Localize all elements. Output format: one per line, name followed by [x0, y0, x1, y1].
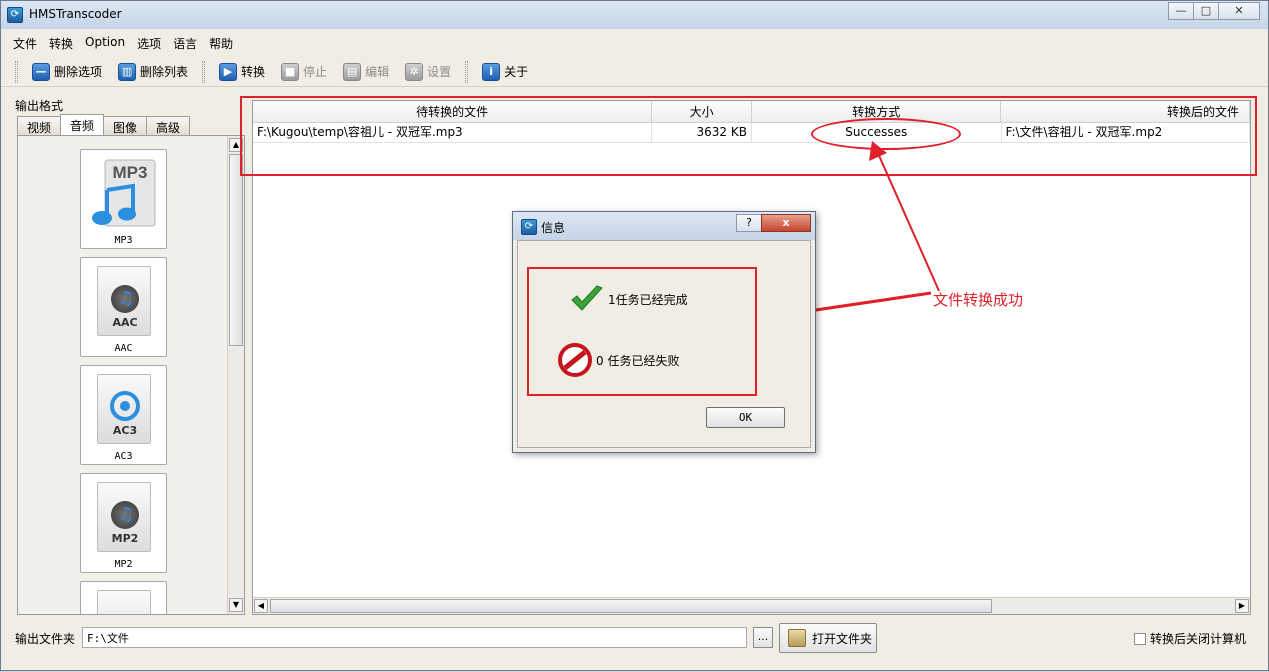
delete-option-button[interactable]: — 删除选项 — [24, 59, 110, 85]
settings-button[interactable]: ✲ 设置 — [397, 59, 459, 85]
format-name-mp3: MP3 — [114, 235, 133, 246]
format-tabs: 视频 音频 图像 高级 — [17, 114, 191, 135]
convert-button[interactable]: ▶ 转换 — [211, 59, 273, 85]
about-label: 关于 — [504, 65, 529, 79]
stop-button[interactable]: ■ 停止 — [273, 59, 335, 85]
edit-label: 编辑 — [365, 65, 390, 79]
tab-image[interactable]: 图像 — [103, 116, 148, 135]
toolbar-separator — [15, 60, 18, 83]
menu-language[interactable]: 语言 — [167, 32, 203, 54]
format-card-mp3[interactable]: MP3 MP3 — [80, 149, 167, 249]
format-icon — [97, 590, 151, 614]
toolbar-separator — [465, 60, 469, 83]
annotation-ellipse-status — [811, 118, 961, 150]
tab-audio[interactable]: 音频 — [60, 114, 105, 135]
scroll-down-arrow-icon[interactable]: ▼ — [229, 598, 243, 612]
film-icon: ▤ — [343, 62, 362, 81]
menu-help[interactable]: 帮助 — [203, 32, 239, 54]
menu-option[interactable]: Option — [79, 32, 131, 54]
ok-button[interactable]: OK — [706, 407, 785, 428]
browse-button[interactable]: ... — [753, 627, 773, 648]
menu-bar: 文件 转换 Option 选项 语言 帮助 — [1, 32, 239, 54]
shutdown-option[interactable]: 转换后关闭计算机 — [1134, 630, 1246, 647]
mp3-icon: MP3 — [92, 159, 156, 227]
stop-icon: ■ — [281, 62, 300, 81]
edit-button[interactable]: ▤ 编辑 — [335, 59, 397, 85]
maximize-button[interactable]: □ — [1193, 2, 1219, 20]
output-format-label: 输出格式 — [15, 99, 64, 113]
trash-icon: ▥ — [118, 62, 137, 81]
dialog-title: 信息 — [541, 221, 566, 235]
menu-convert[interactable]: 转换 — [43, 32, 79, 54]
annotation-box-dialog — [527, 267, 757, 396]
dialog-app-icon: ⟳ — [521, 219, 537, 235]
toolbar: — 删除选项 ▥ 删除列表 ▶ 转换 ■ 停止 ▤ 编辑 ✲ 设置 i 关于 — [1, 57, 1268, 87]
scroll-right-arrow-icon[interactable]: ▶ — [1235, 599, 1249, 613]
stop-label: 停止 — [303, 65, 328, 79]
app-window: ⟳ HMSTranscoder — □ ✕ 文件 转换 Option 选项 语言… — [0, 0, 1269, 671]
convert-label: 转换 — [241, 65, 266, 79]
gear-icon: ✲ — [405, 62, 424, 81]
format-list: MP3 MP3 ♫ AAC AAC AC3 AC3 ♫ MP2 MP2 ▲ ▼ — [17, 135, 245, 615]
open-folder-label: 打开文件夹 — [812, 631, 873, 646]
format-card-aac[interactable]: ♫ AAC AAC — [80, 257, 167, 357]
table-hscrollbar[interactable]: ◀ ▶ — [253, 597, 1250, 614]
delete-list-button[interactable]: ▥ 删除列表 — [110, 59, 196, 85]
aac-icon: ♫ AAC — [97, 266, 151, 336]
dialog-help-button[interactable]: ? — [736, 214, 762, 232]
close-button[interactable]: ✕ — [1218, 2, 1260, 20]
delete-list-label: 删除列表 — [140, 65, 189, 79]
scroll-thumb[interactable] — [229, 154, 243, 346]
title-bar[interactable]: ⟳ HMSTranscoder — □ ✕ — [1, 1, 1268, 29]
folder-icon — [788, 629, 806, 647]
format-name-mp2: MP2 — [114, 559, 133, 570]
dialog-close-button[interactable]: x — [761, 214, 811, 232]
about-button[interactable]: i 关于 — [474, 59, 536, 85]
ac3-icon: AC3 — [97, 374, 151, 444]
menu-file[interactable]: 文件 — [7, 32, 43, 54]
delete-option-label: 删除选项 — [54, 65, 103, 79]
format-card-partial[interactable] — [80, 581, 167, 614]
annotation-text: 文件转换成功 — [933, 291, 1024, 309]
shutdown-checkbox[interactable] — [1134, 632, 1146, 645]
toolbar-separator — [202, 60, 206, 83]
format-card-ac3[interactable]: AC3 AC3 — [80, 365, 167, 465]
menu-options[interactable]: 选项 — [131, 32, 167, 54]
settings-label: 设置 — [427, 65, 452, 79]
format-list-scrollbar[interactable]: ▲ ▼ — [227, 136, 244, 614]
window-title: HMSTranscoder — [29, 7, 122, 21]
format-card-mp2[interactable]: ♫ MP2 MP2 — [80, 473, 167, 573]
tab-advanced[interactable]: 高级 — [146, 116, 191, 135]
minimize-button[interactable]: — — [1168, 2, 1194, 20]
shutdown-label: 转换后关闭计算机 — [1150, 632, 1247, 646]
mp2-icon: ♫ MP2 — [97, 482, 151, 552]
minus-icon: — — [32, 62, 50, 81]
annotation-box-table — [240, 96, 1257, 176]
dialog-title-bar[interactable]: ⟳ 信息 ? x — [513, 212, 815, 240]
tab-video[interactable]: 视频 — [17, 116, 62, 135]
hscroll-thumb[interactable] — [270, 599, 992, 613]
output-folder-label: 输出文件夹 — [15, 632, 76, 646]
play-icon: ▶ — [219, 62, 238, 81]
format-name-ac3: AC3 — [114, 451, 133, 462]
info-icon: i — [482, 62, 501, 81]
output-folder-input[interactable]: F:\文件 — [82, 627, 747, 648]
format-name-aac: AAC — [114, 343, 133, 354]
scroll-left-arrow-icon[interactable]: ◀ — [254, 599, 268, 613]
app-icon: ⟳ — [7, 7, 23, 23]
svg-text:MP3: MP3 — [113, 163, 148, 182]
open-folder-button[interactable]: 打开文件夹 — [779, 623, 877, 653]
